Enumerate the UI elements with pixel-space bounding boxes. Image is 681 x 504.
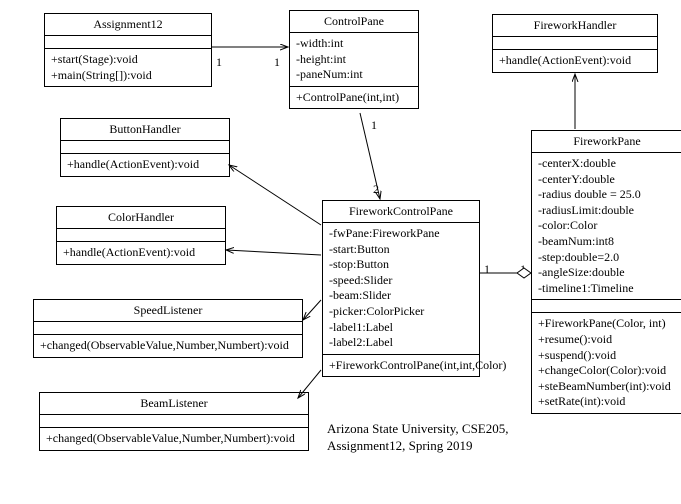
- method: +changed(ObservableValue,Number,Numbert)…: [46, 431, 302, 447]
- class-fireworkpane: FireworkPane -centerX:double -centerY:do…: [531, 130, 681, 414]
- attr: -width:int: [296, 36, 412, 52]
- class-title: FireworkHandler: [493, 15, 657, 37]
- class-assignment12: Assignment12 +start(Stage):void +main(St…: [44, 13, 212, 87]
- class-attrs-empty: [493, 37, 657, 50]
- attr: -step:double=2.0: [538, 250, 676, 266]
- method: +main(String[]):void: [51, 68, 205, 84]
- class-title: ButtonHandler: [61, 119, 229, 141]
- attr: -centerX:double: [538, 156, 676, 172]
- class-methods: +FireworkControlPane(int,int,Color): [323, 355, 479, 377]
- attr: -beamNum:int8: [538, 234, 676, 250]
- class-title: ColorHandler: [57, 207, 225, 229]
- class-title: Assignment12: [45, 14, 211, 36]
- class-attrs-empty: [40, 415, 308, 428]
- class-speedlistener: SpeedListener +changed(ObservableValue,N…: [33, 299, 303, 358]
- attr: -fwPane:FireworkPane: [329, 226, 473, 242]
- method: +FireworkControlPane(int,int,Color): [329, 358, 473, 374]
- class-colorhandler: ColorHandler +handle(ActionEvent):void: [56, 206, 226, 265]
- mult-a12-cp-left: 1: [216, 55, 222, 70]
- attr: -start:Button: [329, 242, 473, 258]
- method: +handle(ActionEvent):void: [499, 53, 651, 69]
- attr: -radiusLimit:double: [538, 203, 676, 219]
- method: +steBeamNumber(int):void: [538, 379, 676, 395]
- class-attrs-empty: [45, 36, 211, 49]
- class-methods: +FireworkPane(Color, int) +resume():void…: [532, 313, 681, 413]
- attr: -angleSize:double: [538, 265, 676, 281]
- method: +changeColor(Color):void: [538, 363, 676, 379]
- attr: -stop:Button: [329, 257, 473, 273]
- attr: -label1:Label: [329, 320, 473, 336]
- mult-cp-fcp-bottom: 2: [373, 182, 379, 197]
- diagram-caption: Arizona State University, CSE205, Assign…: [327, 421, 509, 455]
- caption-line2: Assignment12, Spring 2019: [327, 438, 509, 455]
- class-fireworkhandler: FireworkHandler +handle(ActionEvent):voi…: [492, 14, 658, 73]
- class-title: BeamListener: [40, 393, 308, 415]
- class-title: ControlPane: [290, 11, 418, 33]
- class-title: FireworkControlPane: [323, 201, 479, 223]
- class-fireworkcontrolpane: FireworkControlPane -fwPane:FireworkPane…: [322, 200, 480, 377]
- attr: -timeline1:Timeline: [538, 281, 676, 297]
- method: +setRate(int):void: [538, 394, 676, 410]
- method: +FireworkPane(Color, int): [538, 316, 676, 332]
- caption-line1: Arizona State University, CSE205,: [327, 421, 509, 438]
- class-attrs-empty: [57, 229, 225, 242]
- method: +changed(ObservableValue,Number,Numbert)…: [40, 338, 296, 354]
- class-attrs: -fwPane:FireworkPane -start:Button -stop…: [323, 223, 479, 355]
- class-title: SpeedListener: [34, 300, 302, 322]
- class-attrs-empty: [532, 300, 681, 313]
- method: +start(Stage):void: [51, 52, 205, 68]
- mult-fcp-fp-left: 1: [484, 262, 490, 277]
- attr: -color:Color: [538, 218, 676, 234]
- class-title: FireworkPane: [532, 131, 681, 153]
- method: +suspend():void: [538, 348, 676, 364]
- class-controlpane: ControlPane -width:int -height:int -pane…: [289, 10, 419, 109]
- class-methods: +start(Stage):void +main(String[]):void: [45, 49, 211, 86]
- attr: -paneNum:int: [296, 67, 412, 83]
- class-attrs: -centerX:double -centerY:double -radius …: [532, 153, 681, 300]
- class-attrs-empty: [34, 322, 302, 335]
- class-methods: +ControlPane(int,int): [290, 87, 418, 109]
- class-methods: +handle(ActionEvent):void: [61, 154, 229, 176]
- method: +handle(ActionEvent):void: [63, 245, 219, 261]
- attr: -beam:Slider: [329, 288, 473, 304]
- class-methods: +changed(ObservableValue,Number,Numbert)…: [34, 335, 302, 357]
- attr: -centerY:double: [538, 172, 676, 188]
- class-methods: +changed(ObservableValue,Number,Numbert)…: [40, 428, 308, 450]
- attr: -radius double = 25.0: [538, 187, 676, 203]
- attr: -label2:Label: [329, 335, 473, 351]
- class-buttonhandler: ButtonHandler +handle(ActionEvent):void: [60, 118, 230, 177]
- mult-cp-fcp-top: 1: [371, 118, 377, 133]
- class-methods: +handle(ActionEvent):void: [493, 50, 657, 72]
- attr: -picker:ColorPicker: [329, 304, 473, 320]
- class-attrs: -width:int -height:int -paneNum:int: [290, 33, 418, 87]
- attr: -speed:Slider: [329, 273, 473, 289]
- method: +ControlPane(int,int): [296, 90, 412, 106]
- attr: -height:int: [296, 52, 412, 68]
- method: +resume():void: [538, 332, 676, 348]
- class-beamlistener: BeamListener +changed(ObservableValue,Nu…: [39, 392, 309, 451]
- class-methods: +handle(ActionEvent):void: [57, 242, 225, 264]
- mult-a12-cp-right: 1: [274, 55, 280, 70]
- method: +handle(ActionEvent):void: [67, 157, 223, 173]
- class-attrs-empty: [61, 141, 229, 154]
- mult-fcp-fp-right: 1: [520, 262, 526, 277]
